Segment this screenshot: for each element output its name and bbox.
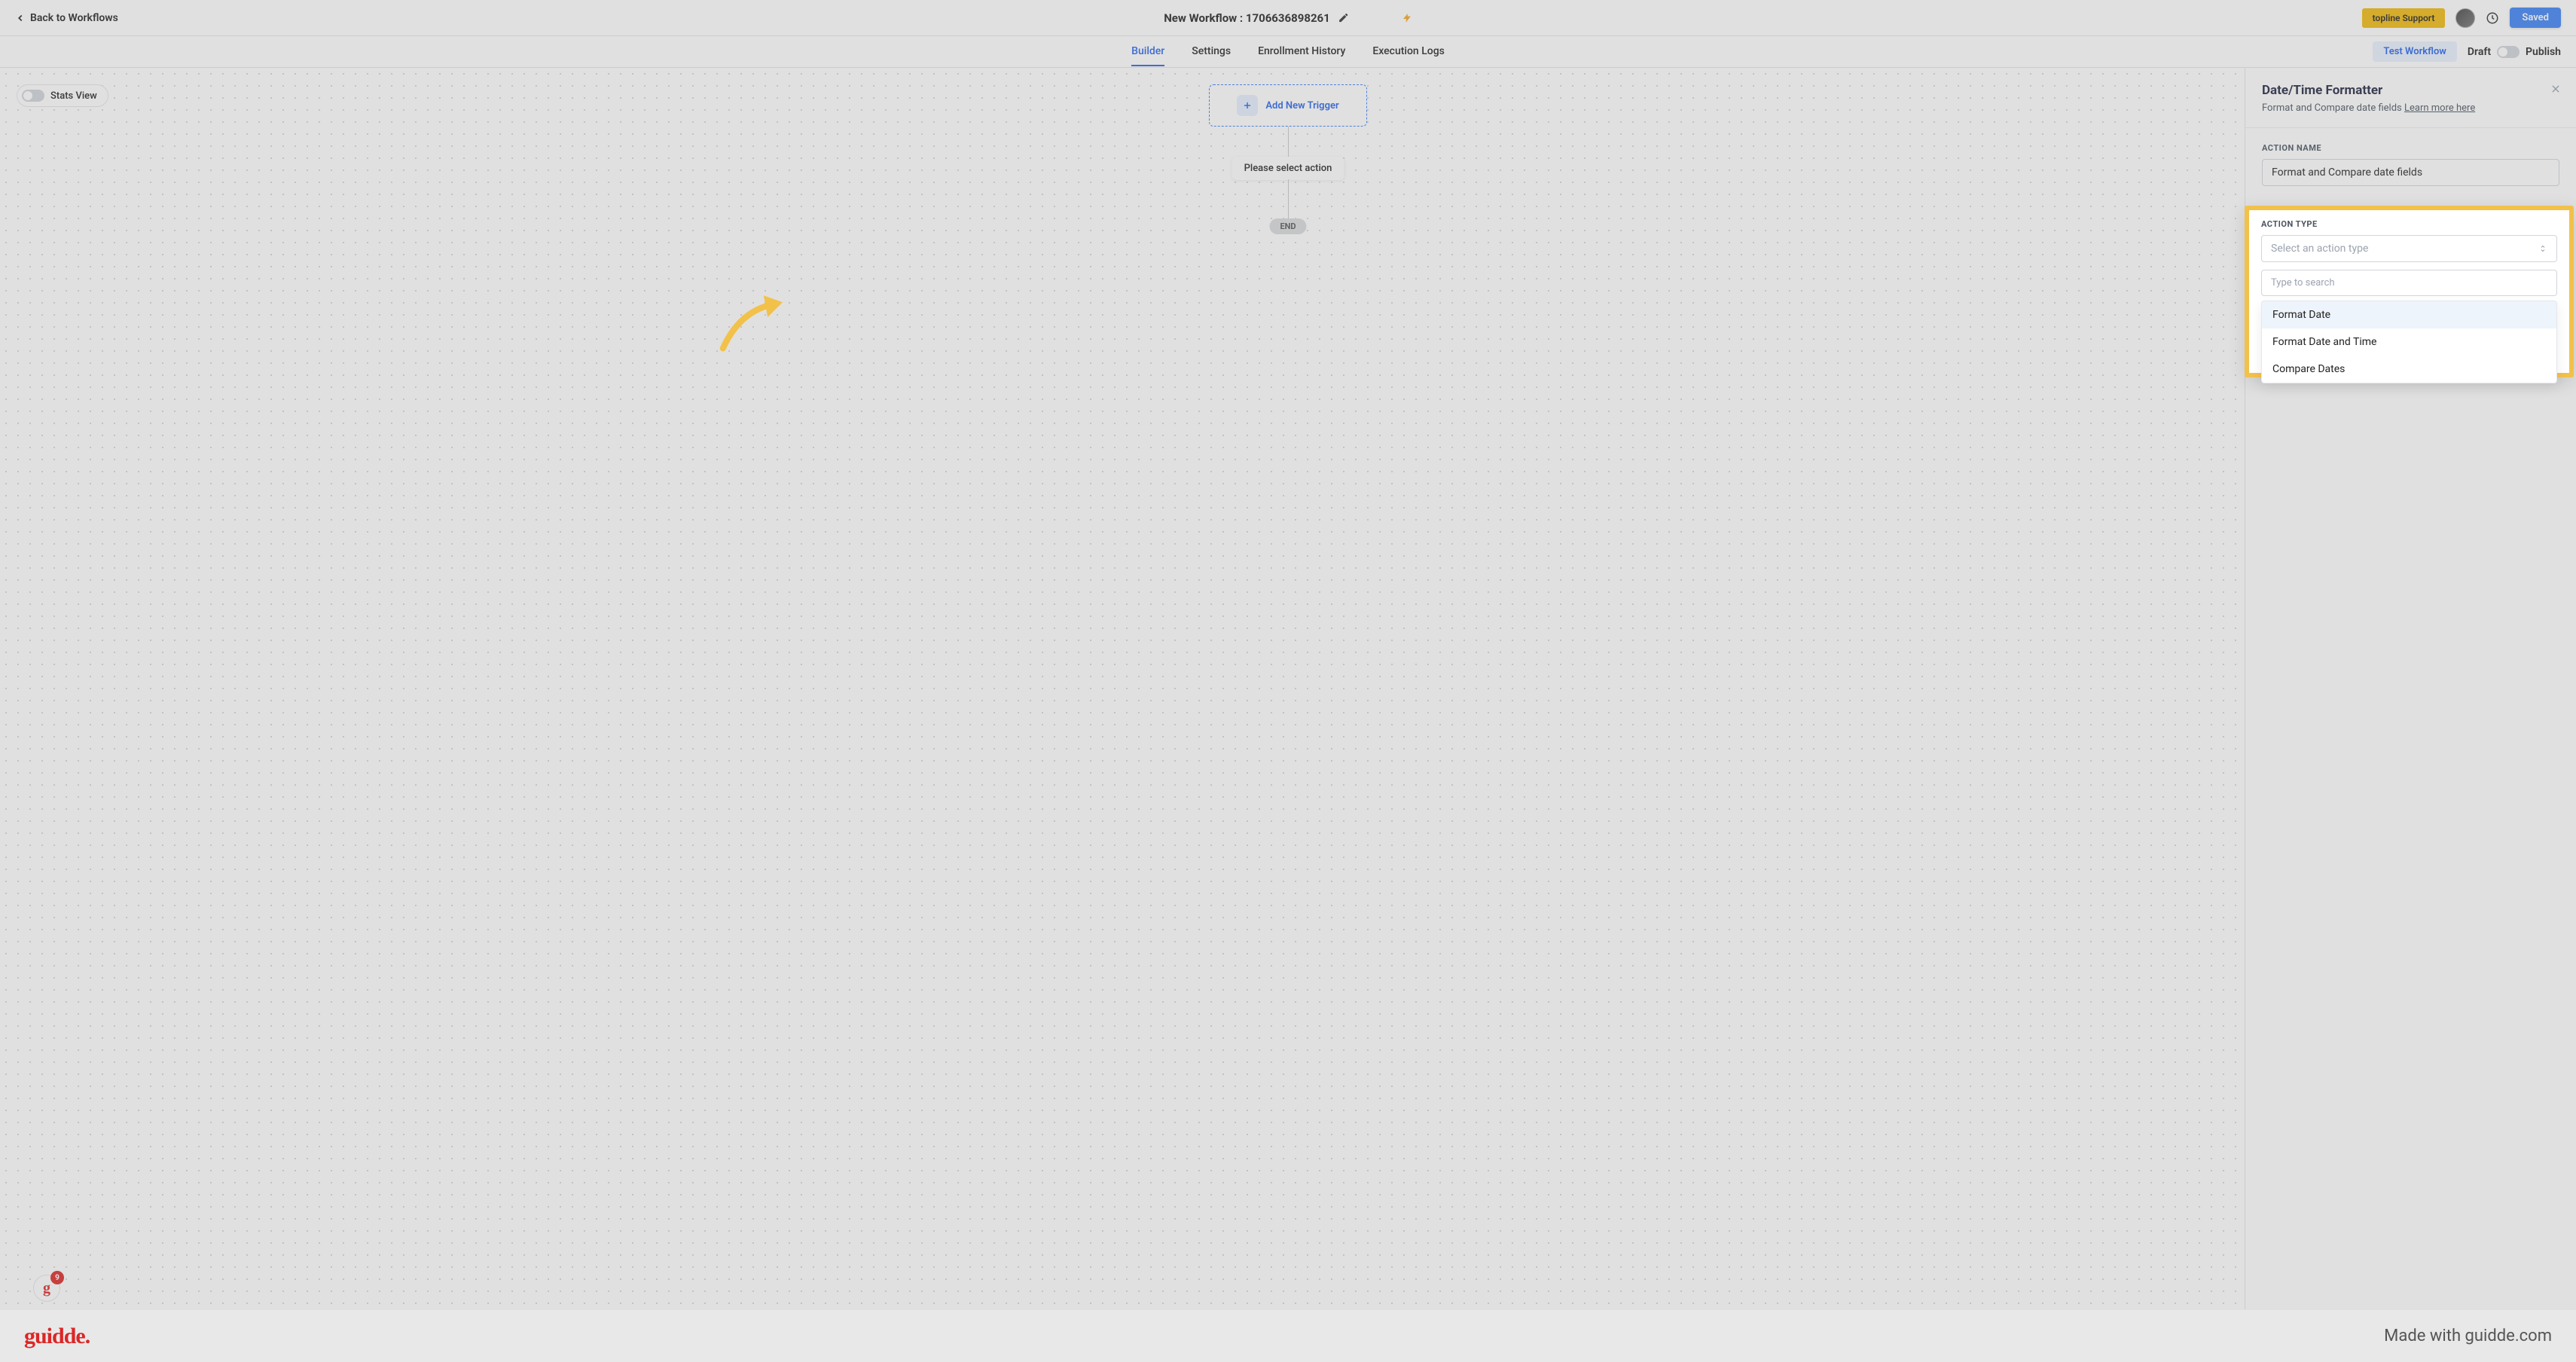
action-type-label: ACTION TYPE xyxy=(2261,219,2557,229)
field-action-name: ACTION NAME xyxy=(2262,143,2559,186)
action-type-search-input[interactable] xyxy=(2261,270,2557,296)
saved-button[interactable]: Saved xyxy=(2510,8,2561,28)
header-right: topline Support Saved xyxy=(2362,8,2561,28)
action-type-options: Format Date Format Date and Time Compare… xyxy=(2261,301,2557,383)
stats-view-pill: Stats View xyxy=(17,84,108,107)
tabs: Builder Settings Enrollment History Exec… xyxy=(1131,38,1445,66)
chevron-left-icon xyxy=(15,13,26,23)
action-type-placeholder: Select an action type xyxy=(2271,243,2368,255)
action-node[interactable]: Please select action xyxy=(1232,157,1344,180)
notification-badge-corner[interactable]: g9 xyxy=(33,1275,60,1302)
back-label: Back to Workflows xyxy=(30,12,118,24)
chevron-updown-icon xyxy=(2538,244,2547,253)
action-name-label: ACTION NAME xyxy=(2262,143,2559,153)
footer-text: Made with guidde.com xyxy=(2384,1327,2552,1345)
option-format-date-and-time[interactable]: Format Date and Time xyxy=(2262,328,2556,356)
trigger-label: Add New Trigger xyxy=(1265,100,1338,111)
learn-more-link[interactable]: Learn more here xyxy=(2404,102,2475,114)
option-compare-dates[interactable]: Compare Dates xyxy=(2262,356,2556,383)
add-new-trigger-button[interactable]: Add New Trigger xyxy=(1209,84,1367,127)
action-type-select[interactable]: Select an action type xyxy=(2261,235,2557,262)
connector-line xyxy=(1288,127,1289,157)
tab-execution-logs[interactable]: Execution Logs xyxy=(1372,38,1445,66)
tab-builder[interactable]: Builder xyxy=(1131,38,1164,66)
close-panel-button[interactable] xyxy=(2550,83,2561,97)
plus-icon-container xyxy=(1237,95,1258,116)
stats-view-label: Stats View xyxy=(50,90,97,102)
panel-body: ACTION NAME xyxy=(2245,128,2576,218)
action-name-input[interactable] xyxy=(2262,159,2559,186)
option-format-date[interactable]: Format Date xyxy=(2262,301,2556,328)
panel-title: Date/Time Formatter xyxy=(2262,83,2559,98)
guidde-logo: guidde. xyxy=(24,1324,90,1349)
subheader: Builder Settings Enrollment History Exec… xyxy=(0,36,2576,68)
test-workflow-button[interactable]: Test Workflow xyxy=(2373,41,2457,62)
end-node: END xyxy=(1269,218,1306,234)
history-icon[interactable] xyxy=(2486,11,2499,25)
plus-icon xyxy=(1242,100,1253,111)
workflow-title: New Workflow : 1706636898261 xyxy=(1164,11,1330,25)
tab-enrollment-history[interactable]: Enrollment History xyxy=(1258,38,1345,66)
avatar[interactable] xyxy=(2455,8,2475,28)
close-icon xyxy=(2550,84,2561,94)
header-bar: Back to Workflows New Workflow : 1706636… xyxy=(0,0,2576,36)
footer: guidde. Made with guidde.com xyxy=(0,1309,2576,1362)
highlight-callout: ACTION TYPE Select an action type Format… xyxy=(2245,206,2574,377)
stats-view-toggle[interactable] xyxy=(22,90,44,102)
publish-toggle[interactable] xyxy=(2497,46,2520,58)
back-to-workflows-link[interactable]: Back to Workflows xyxy=(15,12,118,24)
badge-count: 9 xyxy=(50,1271,64,1284)
draft-label: Draft xyxy=(2468,46,2491,58)
workflow-canvas[interactable]: Stats View Add New Trigger Please select… xyxy=(0,68,2576,1309)
header-center: New Workflow : 1706636898261 xyxy=(1164,11,1412,25)
bolt-icon xyxy=(1402,13,1412,23)
panel-subtitle: Format and Compare date fields Learn mor… xyxy=(2262,102,2559,114)
publish-toggle-row: Draft Publish xyxy=(2468,46,2561,58)
subheader-right: Test Workflow Draft Publish xyxy=(2373,41,2561,62)
publish-label: Publish xyxy=(2526,46,2561,58)
support-button[interactable]: topline Support xyxy=(2362,8,2446,28)
connector-line xyxy=(1288,179,1289,218)
tab-settings[interactable]: Settings xyxy=(1192,38,1231,66)
pencil-icon[interactable] xyxy=(1338,12,1349,23)
panel-header: Date/Time Formatter Format and Compare d… xyxy=(2245,68,2576,128)
